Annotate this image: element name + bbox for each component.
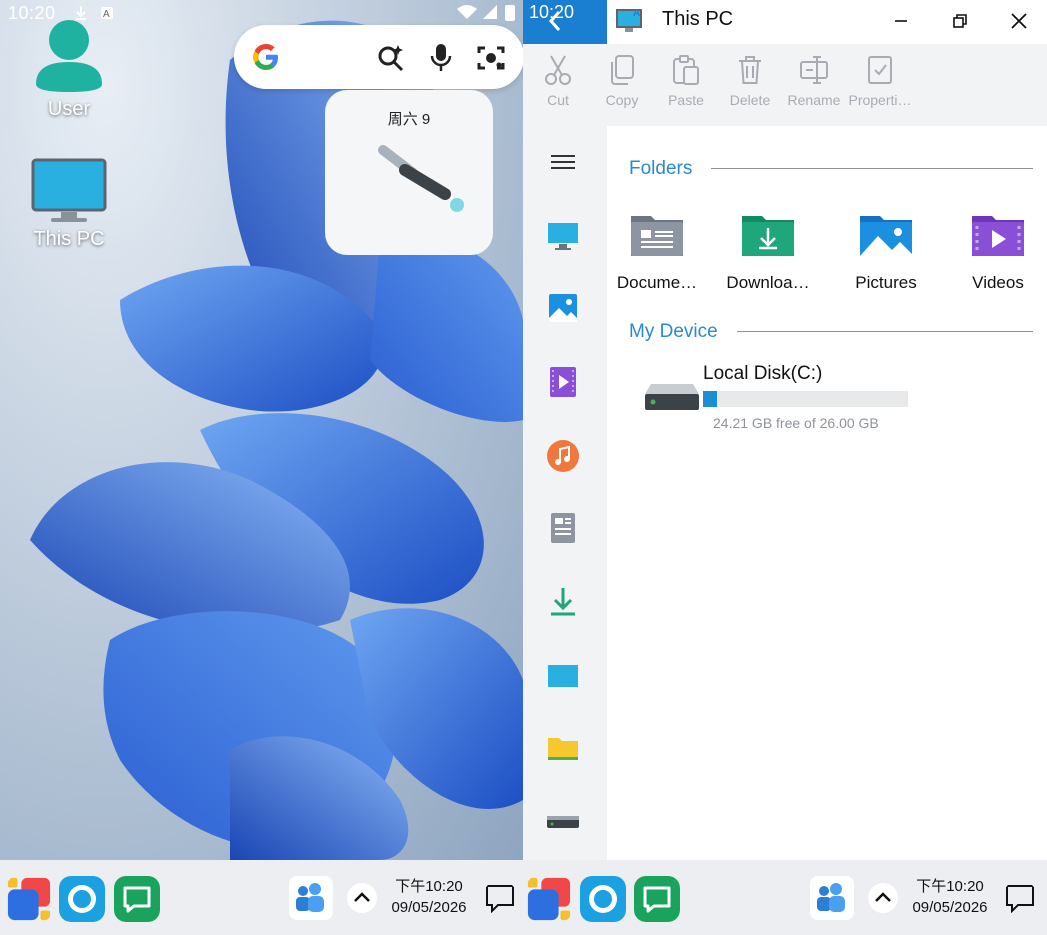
copy-label: Copy: [605, 92, 639, 108]
folder-label: Pictures: [855, 273, 917, 292]
folder-nav-icon[interactable]: [545, 730, 581, 766]
google-logo-icon: [253, 44, 278, 70]
signal-battery-icons: [457, 5, 515, 21]
start-menu-icon[interactable]: [526, 876, 572, 922]
desktop-icon-label: This PC: [33, 228, 105, 250]
taskbar-time: 下午10:20: [916, 878, 984, 895]
pictures-folder-icon: [860, 216, 912, 256]
start-menu-icon[interactable]: [6, 876, 52, 922]
hard-disk-icon: [645, 384, 699, 410]
disk-usage-bar: [703, 391, 908, 407]
notification-center-icon[interactable]: [484, 882, 516, 914]
camera-lens-icon[interactable]: [476, 43, 506, 73]
folder-videos[interactable]: Videos: [948, 210, 1047, 293]
file-manager-window: 10:20 A This PC Cut Copy Paste Delete Re…: [523, 0, 1047, 860]
hamburger-menu-icon[interactable]: [545, 146, 581, 182]
user-icon: [36, 20, 102, 92]
taskbar-clock[interactable]: 下午10:20 09/05/2026: [905, 876, 995, 918]
disk-free-space: 24.21 GB free of 26.00 GB: [713, 415, 879, 431]
window-titlebar: 10:20 A This PC: [523, 0, 1047, 44]
section-divider: [711, 168, 1033, 169]
rename-button[interactable]: Rename: [782, 54, 846, 108]
toolbar-ribbon: Cut Copy Paste Delete Rename Properti…: [523, 44, 1047, 126]
cut-label: Cut: [547, 92, 569, 108]
taskbar-date: 09/05/2026: [391, 899, 467, 916]
people-icon[interactable]: [810, 876, 854, 920]
chevron-up-icon[interactable]: [346, 882, 378, 914]
navigation-pane: [523, 126, 607, 860]
paste-icon: [673, 55, 699, 85]
taskbar-time: 下午10:20: [395, 878, 463, 895]
desktop-icon-this-pc[interactable]: This PC: [14, 158, 124, 251]
messages-app-icon[interactable]: [114, 876, 160, 922]
copy-button[interactable]: Copy: [590, 54, 654, 108]
desktop-icon-user[interactable]: User: [14, 14, 124, 121]
folders-section-title: Folders: [629, 158, 693, 179]
desktop-icon-label: User: [47, 98, 91, 120]
minimize-icon[interactable]: [888, 8, 914, 34]
cut-button[interactable]: Cut: [526, 54, 590, 108]
chevron-up-icon[interactable]: [867, 882, 899, 914]
delete-button[interactable]: Delete: [718, 54, 782, 108]
messages-app-icon[interactable]: [634, 876, 680, 922]
properties-button[interactable]: Properti…: [846, 54, 914, 108]
pictures-nav-icon[interactable]: [545, 290, 581, 326]
downloads-folder-icon: [742, 216, 794, 256]
disk-name: Local Disk(C:): [703, 363, 823, 384]
notification-center-icon[interactable]: [1004, 882, 1036, 914]
documents-nav-icon[interactable]: [545, 510, 581, 546]
delete-label: Delete: [729, 92, 771, 108]
music-nav-icon[interactable]: [545, 438, 581, 474]
folder-downloads[interactable]: Downloa…: [718, 210, 818, 293]
people-icon[interactable]: [289, 876, 333, 920]
desktop-nav-icon[interactable]: [545, 658, 581, 694]
window-title: This PC: [662, 8, 734, 30]
folder-documents[interactable]: Docume…: [607, 210, 707, 293]
paste-button[interactable]: Paste: [654, 54, 718, 108]
trash-icon: [739, 56, 761, 84]
taskbar-date: 09/05/2026: [912, 899, 988, 916]
videos-nav-icon[interactable]: [545, 364, 581, 400]
back-button[interactable]: 10:20: [523, 0, 607, 44]
launcher-screen: 10:20 A User This PC 周六 9: [0, 0, 523, 935]
clock-widget[interactable]: 周六 9: [325, 90, 493, 255]
search-ai-icon[interactable]: [376, 43, 406, 73]
status-time: 10:20: [529, 2, 575, 22]
local-disk-nav-icon[interactable]: [545, 804, 581, 840]
my-device-section-title: My Device: [629, 321, 718, 342]
browser-app-icon[interactable]: [580, 876, 626, 922]
documents-folder-icon: [631, 216, 683, 256]
folder-pictures[interactable]: Pictures: [836, 210, 936, 293]
svg-text:A: A: [633, 8, 640, 19]
this-pc-nav-icon[interactable]: [545, 218, 581, 254]
downloads-nav-icon[interactable]: [545, 584, 581, 620]
folder-label: Downloa…: [726, 273, 810, 292]
google-search-bar[interactable]: [234, 25, 523, 89]
folder-label: Videos: [972, 273, 1024, 292]
videos-folder-icon: [972, 216, 1024, 256]
close-icon[interactable]: [1006, 8, 1032, 34]
analog-clock-hands: [378, 145, 464, 212]
browser-app-icon[interactable]: [59, 876, 105, 922]
monitor-icon: [31, 158, 107, 222]
this-pc-small-icon: A: [616, 8, 642, 32]
properties-icon: [868, 56, 892, 84]
paste-label: Paste: [668, 92, 704, 108]
copy-icon: [611, 55, 634, 85]
properties-label: Properti…: [848, 92, 912, 108]
folder-label: Docume…: [616, 273, 698, 292]
rename-icon: [800, 56, 828, 84]
microphone-icon[interactable]: [430, 43, 452, 73]
taskbar-clock[interactable]: 下午10:20 09/05/2026: [384, 876, 474, 918]
restore-icon[interactable]: [947, 8, 973, 34]
rename-label: Rename: [787, 92, 841, 108]
scissors-icon: [545, 55, 571, 85]
disk-usage-fill: [703, 391, 718, 407]
section-divider: [737, 331, 1033, 332]
